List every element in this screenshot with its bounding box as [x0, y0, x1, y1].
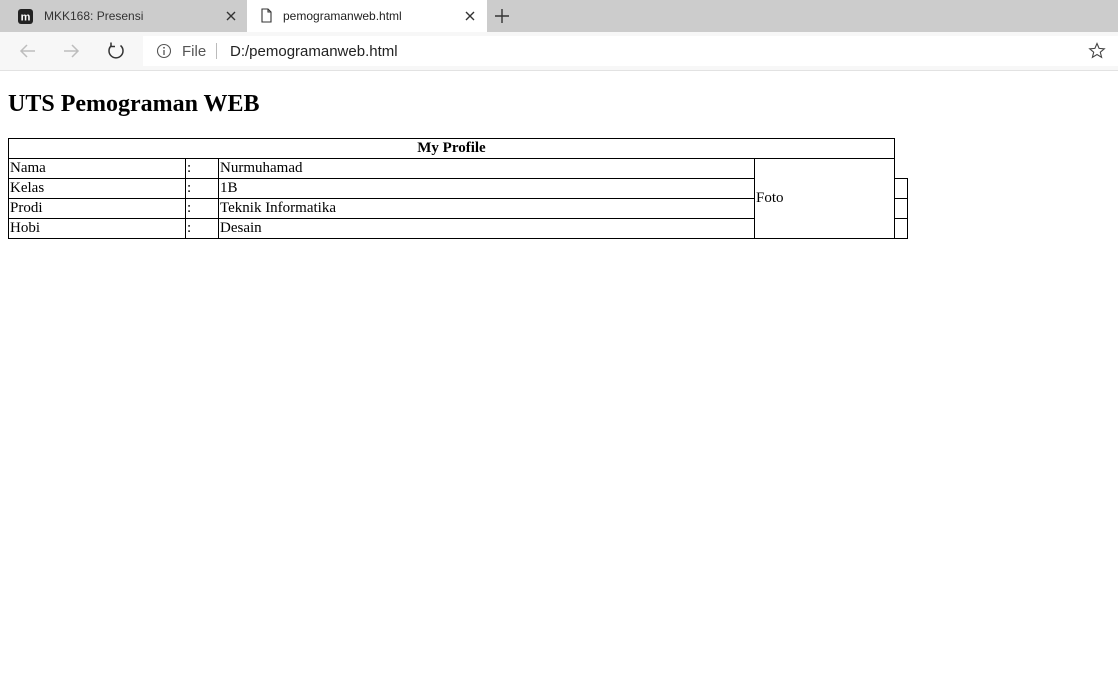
page-content: UTS Pemograman WEB My Profile Nama : Nur… — [0, 71, 1118, 674]
tab-title: MKK168: Presensi — [44, 9, 144, 23]
close-tab-icon[interactable] — [225, 10, 237, 22]
row-label: Kelas — [8, 178, 186, 199]
tab-pemogramanweb[interactable]: pemogramanweb.html — [247, 0, 487, 32]
row-value: Nurmuhamad — [218, 158, 755, 179]
browser-toolbar: File D:/pemogramanweb.html — [0, 32, 1118, 71]
back-arrow-icon[interactable] — [18, 41, 38, 61]
row-label: Prodi — [8, 198, 186, 219]
empty-cell — [894, 218, 908, 239]
table-row: Nama : Nurmuhamad Foto — [8, 158, 908, 239]
table-header-row: My Profile — [8, 138, 908, 159]
empty-cell — [894, 178, 908, 199]
file-page-icon — [261, 8, 272, 23]
refresh-icon[interactable] — [106, 41, 126, 61]
row-value: 1B — [218, 178, 755, 199]
row-label: Hobi — [8, 218, 186, 239]
star-icon[interactable] — [1088, 42, 1106, 60]
table-caption: My Profile — [8, 138, 895, 159]
row-label: Nama — [8, 158, 186, 179]
address-bar[interactable]: File D:/pemogramanweb.html — [143, 36, 1118, 66]
row-separator: : — [185, 218, 219, 239]
empty-cell — [894, 198, 908, 219]
row-separator: : — [185, 158, 219, 179]
profile-table: My Profile Nama : Nurmuhamad Foto Kelas … — [8, 138, 908, 239]
tab-presensi[interactable]: m MKK168: Presensi — [0, 0, 246, 32]
row-value: Teknik Informatika — [218, 198, 755, 219]
row-separator: : — [185, 178, 219, 199]
url-scheme-label: File — [182, 43, 207, 60]
tab-strip: m MKK168: Presensi pemogramanweb.html — [0, 0, 1118, 32]
row-value: Desain — [218, 218, 755, 239]
divider — [216, 43, 217, 59]
info-icon[interactable] — [156, 43, 172, 59]
moodle-m-icon: m — [18, 9, 33, 24]
url-text[interactable]: D:/pemogramanweb.html — [230, 43, 398, 60]
new-tab-icon[interactable] — [493, 7, 511, 25]
photo-cell: Foto — [754, 158, 895, 239]
forward-arrow-icon[interactable] — [61, 41, 81, 61]
tab-title: pemogramanweb.html — [283, 9, 402, 23]
close-tab-icon[interactable] — [464, 10, 476, 22]
svg-text:m: m — [21, 12, 31, 24]
row-separator: : — [185, 198, 219, 219]
page-title: UTS Pemograman WEB — [8, 91, 260, 117]
